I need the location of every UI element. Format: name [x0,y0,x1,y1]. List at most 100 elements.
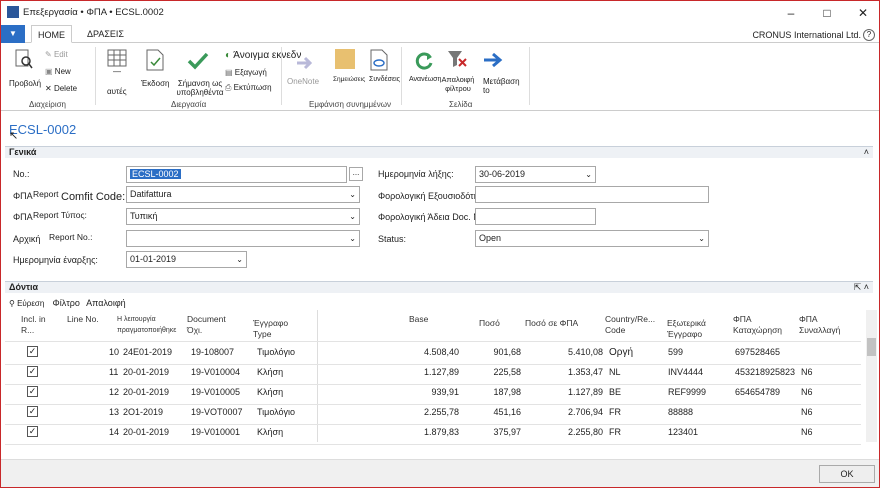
maximize-icon[interactable]: □ [809,1,845,25]
links-button[interactable]: Συνδέσεις [369,75,400,84]
clear-filter-button[interactable]: Απαλοιφή φίλτρου [439,75,477,93]
manage-group-label: Διαχείριση [29,100,67,109]
vertical-scrollbar[interactable] [866,310,877,442]
mark-submitted-button[interactable]: Σήμανση ως υποβληθέντα [171,79,229,97]
ribbon-tabs [1,25,879,43]
ok-button[interactable]: OK [819,465,875,483]
cell-ext: 599 [668,347,684,357]
cell-ext: REF9999 [668,387,707,397]
cell-reg: 453218925823 [735,367,796,377]
close-icon[interactable]: ✕ [845,1,879,25]
app-menu-button[interactable]: ▼ [1,25,25,43]
release-button[interactable]: Έκδοση [141,79,169,88]
refresh-button[interactable]: Ανανέωση [409,75,441,84]
report-select[interactable]: Datifattura ⌄ [126,186,360,203]
tab-home[interactable]: HOME [31,25,72,43]
edit-label: Edit [53,50,68,59]
delete-icon: ✕ [45,84,52,93]
end-date-field[interactable]: 30-06-2019 ⌄ [475,166,596,183]
separator [95,47,96,105]
new-button[interactable]: ▣ New [45,67,71,76]
table-row[interactable]: ✓ 11 20-01-2019 19-V010004 Κλήση 1.127,89 225,… [5,366,861,385]
include-checkbox[interactable]: ✓ [27,386,38,397]
onenote-icon [297,56,313,70]
col-vat-reg[interactable]: ΦΠΑ Καταχώρηση [733,314,789,336]
type-select[interactable]: Τυπική ⌄ [126,208,360,225]
tax-authority-field[interactable] [475,186,709,203]
attached-group-label: Εμφάνιση συνημμένων [309,100,391,109]
general-section-title: Γενικά [9,147,37,157]
table-row[interactable]: ✓ 14 20-01-2019 19-V010001 Κλήση 1.879,83 375,… [5,426,861,445]
print-button[interactable]: ⎙ Εκτύπωση [225,83,272,92]
cell-country: Οργή [609,347,634,358]
collapse-icon: ˄ [863,147,869,157]
no-assist-button[interactable]: ... [349,167,363,181]
no-field[interactable]: ECSL-0002 [126,166,347,183]
clear-filter-lines-button[interactable]: Απαλοιφή [86,298,126,308]
separator [281,47,282,105]
cell-date: 20-01-2019 [123,427,170,437]
scrollbar-thumb[interactable] [867,338,876,356]
chevron-down-icon: ⌄ [585,170,592,179]
cell-base: 1.127,89 [423,367,459,377]
onenote-button[interactable]: OneNote [287,77,319,86]
row-separator [5,424,861,425]
general-section-header[interactable]: Γενικά ˄ [5,146,873,158]
table-row[interactable]: ✓ 10 24E01-2019 19-108007 Τιμολόγιο 4.508,40 9… [5,346,861,365]
col-ext-doc[interactable]: Εξωτερικά Έγγραφο [667,318,723,340]
lines-section-header[interactable]: Δόντια ⇱ ˄ [5,281,873,293]
report-value: Datifattura [130,189,172,199]
delete-button[interactable]: ✕ Delete [45,84,77,93]
chevron-down-icon: ⌄ [698,234,705,243]
excel-icon: ◐ [225,50,232,61]
cell-trans: N6 [801,427,813,437]
cell-line: 10 [109,347,120,357]
edit-button[interactable]: ✎ Edit [45,50,68,59]
col-vat-trans[interactable]: ΦΠΑ Συναλλαγή [799,314,855,336]
print-icon: ⎙ [225,83,232,92]
report-label-b: Report [33,189,59,199]
col-vat-amount[interactable]: Ποσό σε ΦΠΑ [525,318,578,329]
table-row[interactable]: ✓ 13 2O1-2019 19-VOT0007 Τιμολόγιο 2.255,78 45… [5,406,861,425]
chevron-down-icon: ⌄ [236,255,243,264]
filter-button[interactable]: Φίλτρο [53,298,80,308]
cell-type: Κλήση [257,427,284,437]
include-checkbox[interactable]: ✓ [27,346,38,357]
cell-type: Κλήση [257,387,284,397]
expand-settings-icon: ⇱ ˄ [853,282,869,292]
open-excel-button[interactable]: ◐ Άνοιγμα εκνεδν [225,50,301,61]
company-name: CRONUS International Ltd. [752,30,861,40]
view-button[interactable]: Προβολή [9,79,41,88]
export-button[interactable]: ▤ Εξαγωγή [225,68,267,77]
goto-button[interactable]: Μετάβαση to [483,77,523,95]
cell-country: BE [609,387,622,397]
tab-actions[interactable]: ΔΡΑΣΕΙΣ [81,25,130,43]
col1-button[interactable]: αυτές [107,87,127,96]
lines-section-title: Δόντια [9,282,39,292]
cell-date: 20-01-2019 [123,387,170,397]
orig-label-a: Αρχική [13,234,41,244]
find-button[interactable]: ⚲ Εύρεση [9,299,44,308]
start-date-field[interactable]: 01-01-2019 ⌄ [126,251,247,268]
export-label: Εξαγωγή [234,68,267,77]
table-row[interactable]: ✓ 12 20-01-2019 19-V010005 Κλήση 939,91 187,98… [5,386,861,405]
row-separator [5,384,861,385]
tax-doc-field[interactable] [475,208,596,225]
view-icon [15,49,33,69]
minimize-icon[interactable]: – [773,1,809,25]
include-checkbox[interactable]: ✓ [27,426,38,437]
delete-label: Delete [53,84,78,93]
cell-trans: N6 [801,387,813,397]
orig-report-select[interactable]: ⌄ [126,230,360,247]
col-base[interactable]: Base [409,314,428,325]
col-country[interactable]: Country/Re... Code [605,314,661,336]
find-label: Εύρεση [17,299,45,308]
notes-button[interactable]: Σημειώσεις [333,75,365,84]
type-label-a: ΦΠΑ [13,212,33,222]
include-checkbox[interactable]: ✓ [27,406,38,417]
status-select[interactable]: Open ⌄ [475,230,709,247]
cell-country: FR [609,407,621,417]
col-amount[interactable]: Ποσό [479,318,500,329]
include-checkbox[interactable]: ✓ [27,366,38,377]
help-icon[interactable]: ? [863,29,875,41]
